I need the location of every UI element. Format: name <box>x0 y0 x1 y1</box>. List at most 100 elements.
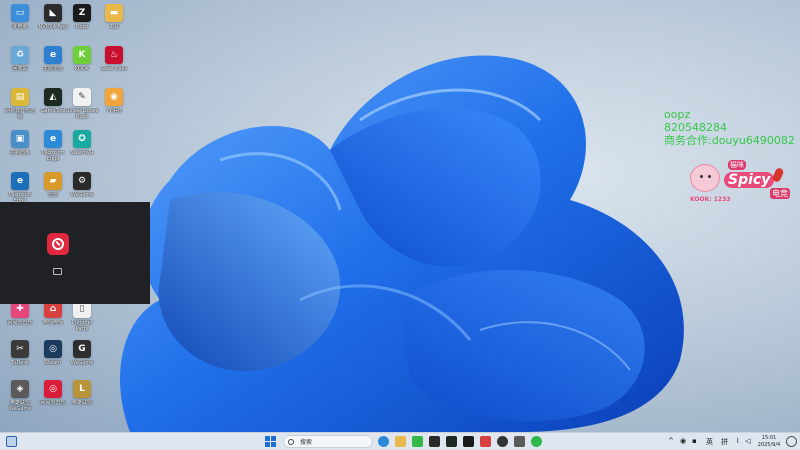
netease-music-icon[interactable] <box>47 233 69 255</box>
desktop-icon-owl[interactable]: ◉ YY语音 <box>97 88 131 130</box>
taskbar-settings-icon[interactable] <box>514 436 525 447</box>
desktop-icon-label: 工具 <box>108 24 119 30</box>
bus-icon: ▰ <box>44 172 62 190</box>
taskbar-edge-icon[interactable] <box>378 436 389 447</box>
tray-ime[interactable]: 拼 <box>721 437 728 447</box>
capcut-icon: ✂ <box>11 340 29 358</box>
desktop-icon-label: Oopz <box>75 24 89 30</box>
rednote-icon: ♨ <box>105 46 123 64</box>
desktop-icon-folder[interactable]: ▬ 工具 <box>97 4 131 46</box>
overlay-line-2: 820548284 <box>664 121 727 134</box>
taskbar-app-icon[interactable] <box>480 436 491 447</box>
start-button[interactable] <box>265 436 276 447</box>
folder-icon: ▬ <box>105 4 123 22</box>
steam-icon: ◎ <box>44 340 62 358</box>
tray-app-icon[interactable]: ▪ <box>692 437 697 445</box>
owl-icon: ◉ <box>105 88 123 106</box>
desktop-icon-label: SteamVR <box>70 150 94 156</box>
grey-icon: ◈ <box>11 380 29 398</box>
desktop-icon-monitor[interactable]: ▣ 控制面板 <box>3 130 37 172</box>
desktop-icon-rednote[interactable]: ♨ Steel Calls <box>97 46 131 88</box>
desktop-icon-computer[interactable]: ▭ 此电脑 <box>3 4 37 46</box>
badge-word: Spicy <box>724 172 775 188</box>
taskbar-tarkov-icon[interactable] <box>446 436 457 447</box>
desktop-icon-label: KOOK <box>74 66 90 72</box>
taskbar-explorer-icon[interactable] <box>395 436 406 447</box>
desktop-icon-ticket[interactable]: ▤ 网易云音乐游戏 <box>3 88 37 130</box>
app-launch-popup[interactable] <box>0 202 150 304</box>
desktop-icon-lol[interactable]: L 英雄联盟 <box>65 380 99 422</box>
desktop-icon-label: 网易云音乐 <box>7 320 33 326</box>
taskbar-kook-icon[interactable] <box>412 436 423 447</box>
badge-kook-text: KOOK: 1233 <box>690 196 731 203</box>
taskbar-search-input[interactable]: 搜索 <box>283 435 373 448</box>
desktop-icon-label: 控制面板 <box>9 150 30 156</box>
desktop-icon-label: 回收站 <box>12 66 28 72</box>
badge-top-text: 猫咪 <box>728 160 746 170</box>
desktop-icon-label: 英雄联盟 <box>71 400 92 406</box>
teal-icon: ✪ <box>73 130 91 148</box>
desktop-icon-label: Steel Calls <box>100 66 128 72</box>
desktop-icon-label: 英雄联盟WeGame <box>8 400 32 412</box>
spicy-esports-badge: 猫咪 Spicy 电竞 KOOK: 1233 <box>682 158 794 208</box>
desktop-icon-label: WeGame <box>70 192 94 198</box>
pepper-icon <box>771 166 785 184</box>
clock-date: 2025/9/4 <box>757 442 781 448</box>
zapp-icon: Z <box>73 4 91 22</box>
loading-placeholder-icon <box>53 268 62 275</box>
notification-icon[interactable] <box>786 436 797 447</box>
taskbar-clock[interactable]: 15:01 2025/9/4 <box>754 435 784 449</box>
nvidia-icon: ◣ <box>44 4 62 22</box>
lol-icon: L <box>73 380 91 398</box>
desktop-icon-pink[interactable]: ✚ 网易云音乐 <box>3 300 37 342</box>
edge3-icon: e <box>11 172 29 190</box>
computer-icon: ▭ <box>11 4 29 22</box>
search-placeholder: 搜索 <box>300 439 313 446</box>
badge-side-text: 电竞 <box>770 188 790 199</box>
netease-icon: ◎ <box>44 380 62 398</box>
overlay-line-3: 商务合作:douyu6490082 <box>664 134 795 147</box>
widgets-icon[interactable] <box>6 436 17 447</box>
steamgear-icon: ⚙ <box>73 172 91 190</box>
desktop-icon-teal[interactable]: ✪ SteamVR <box>65 130 99 172</box>
tray-language[interactable]: 英 <box>706 437 713 447</box>
desktop-icon-capcut[interactable]: ✂ ToDesk <box>3 340 37 382</box>
goose-icon: ✎ <box>73 88 91 106</box>
desktop-icon-label: 网易云音乐游戏 <box>4 108 35 120</box>
tray-chevron-up-icon[interactable]: ^ <box>668 437 674 445</box>
desktop-icon-label: Goose Goose Duck <box>65 108 99 120</box>
taskbar-oopz-icon[interactable] <box>463 436 474 447</box>
desktop-icon-label: ToDesk <box>11 360 29 366</box>
taskbar-nvidia-icon[interactable] <box>429 436 440 447</box>
desktop-icon-doc[interactable]: ▯ Pummel Party <box>65 300 99 342</box>
tray-volume-icon[interactable]: ◁ <box>745 437 750 445</box>
tarkov-icon: ◭ <box>44 88 62 106</box>
desktop-icon-label: 此电脑 <box>12 24 28 30</box>
edge2-icon: e <box>44 130 62 148</box>
stream-overlay-text: oopz 820548284 商务合作:douyu6490082 <box>664 108 795 147</box>
tray-wifi-icon[interactable]: ⌇ <box>736 437 739 445</box>
monitor-icon: ▣ <box>11 130 29 148</box>
overlay-line-1: oopz <box>664 108 691 121</box>
wegame-icon: G <box>73 340 91 358</box>
desktop-icon-wegame[interactable]: G WeGame <box>65 340 99 382</box>
clock-time: 15:01 <box>761 435 777 441</box>
desktop-icon-recycle[interactable]: ♻ 回收站 <box>3 46 37 88</box>
cat-mascot-icon <box>690 164 720 192</box>
search-icon <box>288 438 294 445</box>
desktop-icon-goose[interactable]: ✎ Goose Goose Duck <box>65 88 99 130</box>
kook-icon: K <box>73 46 91 64</box>
recycle-icon: ♻ <box>11 46 29 64</box>
desktop-icon-kook[interactable]: K KOOK <box>65 46 99 88</box>
taskbar: 搜索 ^ ◉ ▪ 英 拼 ⌇ ◁ 15:01 2025/9/4 <box>0 432 800 450</box>
desktop-icon-grey[interactable]: ◈ 英雄联盟WeGame <box>3 380 37 422</box>
desktop-icon-zapp[interactable]: Z Oopz <box>65 4 99 46</box>
desktop-icon-label: WeGame <box>70 360 94 366</box>
tray-network-icon[interactable]: ◉ <box>680 437 686 445</box>
taskbar-wechat-icon[interactable] <box>531 436 542 447</box>
edge-top-icon: e <box>44 46 62 64</box>
desktop-icon-label: YY语音 <box>105 108 123 114</box>
desktop-icon-label: Pummel Party <box>71 320 93 332</box>
ticket-icon: ▤ <box>11 88 29 106</box>
taskbar-steam-icon[interactable] <box>497 436 508 447</box>
